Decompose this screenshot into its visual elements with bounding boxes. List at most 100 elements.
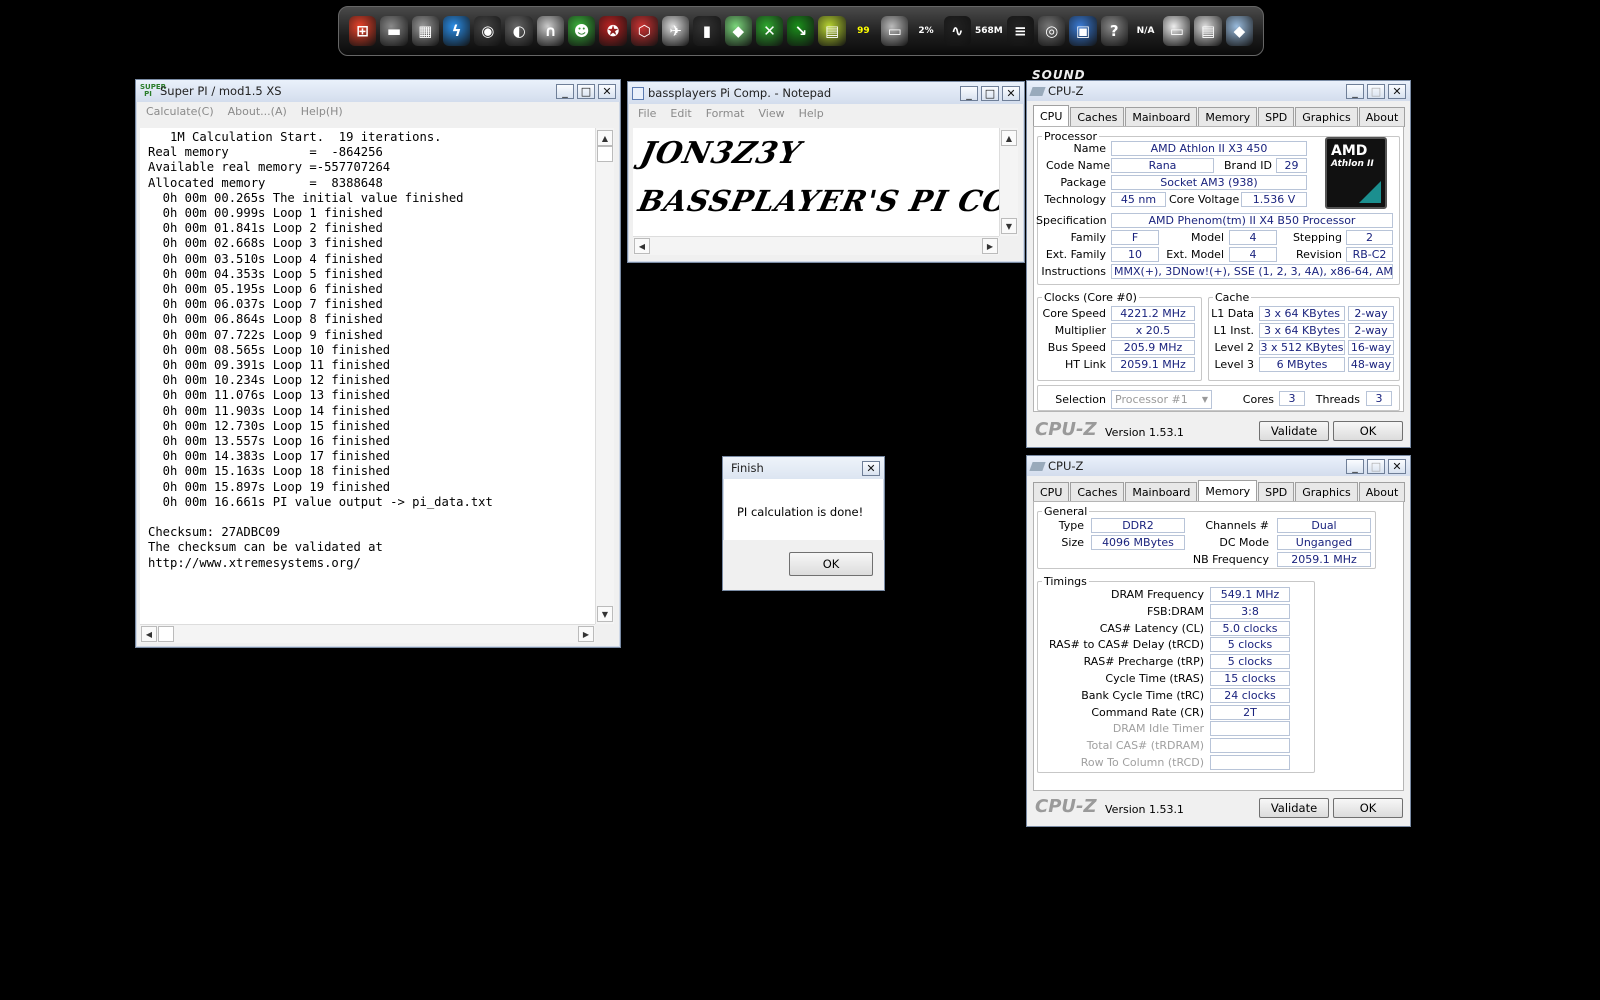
menu-item-2[interactable]: Help(H) (301, 105, 343, 118)
close-icon[interactable]: ✕ (598, 83, 616, 99)
tab-mainboard[interactable]: Mainboard (1125, 107, 1198, 127)
cpu-graph-icon[interactable]: ∿ (943, 16, 971, 46)
windows-icon[interactable]: ⊞ (349, 16, 377, 46)
ok-button[interactable]: OK (789, 552, 873, 576)
mem-graph-icon[interactable]: ≡ (1006, 16, 1034, 46)
scroll-down-icon[interactable]: ▼ (1001, 218, 1017, 234)
close-icon[interactable]: ✕ (1388, 458, 1406, 474)
tab-about[interactable]: About (1358, 107, 1406, 127)
output-line: 0h 00m 09.391s Loop 11 finished (148, 358, 391, 373)
rocket-icon[interactable]: ✈ (661, 16, 690, 46)
timing-label: DRAM Idle Timer (1112, 722, 1204, 736)
maximize-icon[interactable]: □ (1367, 458, 1385, 474)
close-icon[interactable]: ✕ (1002, 85, 1020, 101)
horizontal-scrollbar[interactable]: ◀ ▶ (633, 236, 999, 255)
tab-spd[interactable]: SPD (1258, 107, 1295, 127)
window-icon[interactable]: ▭ (1163, 16, 1191, 46)
general-legend: General (1044, 505, 1088, 518)
validate-button[interactable]: Validate (1259, 421, 1329, 441)
menu-item-2[interactable]: Format (706, 107, 745, 120)
scroll-left-icon[interactable]: ◀ (141, 626, 157, 642)
sd-card-icon[interactable]: ▮ (693, 16, 721, 46)
timing-value (1210, 721, 1290, 737)
game-badge-icon[interactable]: ✪ (599, 16, 627, 46)
doc-icon[interactable]: ▤ (1194, 16, 1222, 46)
cpuz-logo: CPU-Z (1035, 419, 1097, 440)
revision-label: Revision (1296, 248, 1342, 261)
close-icon[interactable]: ✕ (1388, 83, 1406, 99)
ok-button[interactable]: OK (1333, 798, 1403, 818)
notepad-text-area[interactable]: JON3Z3Y BASSPLAYER'S PI COMP!!! (633, 128, 999, 236)
diamond-icon[interactable]: ◆ (724, 16, 752, 46)
tab-memory[interactable]: Memory (1198, 480, 1258, 502)
output-line: 0h 00m 11.903s Loop 14 finished (148, 403, 391, 418)
menu-item-0[interactable]: Calculate(C) (146, 105, 214, 118)
scroll-up-icon[interactable]: ▲ (1001, 130, 1017, 146)
tab-spd[interactable]: SPD (1258, 482, 1295, 502)
tab-caches[interactable]: Caches (1070, 482, 1125, 502)
tab-cpu[interactable]: CPU (1033, 482, 1070, 502)
minimize-icon[interactable]: _ (1346, 458, 1364, 474)
dialog-title: Finish (731, 461, 764, 475)
photo-icon[interactable]: ▣ (1069, 16, 1097, 46)
scroll-left-icon[interactable]: ◀ (634, 238, 650, 254)
minimize-icon[interactable]: _ (960, 85, 978, 101)
output-line: Real memory = -864256 (148, 145, 383, 160)
scroll-down-icon[interactable]: ▼ (597, 606, 613, 622)
minimize-icon[interactable]: _ (1346, 83, 1364, 99)
tab-about[interactable]: About (1358, 482, 1406, 502)
menu-item-0[interactable]: File (638, 107, 656, 120)
help-icon[interactable]: ? (1100, 16, 1128, 46)
globe-icon[interactable]: ◎ (1037, 16, 1066, 46)
menu-item-1[interactable]: Edit (670, 107, 691, 120)
ram-icon[interactable]: ▤ (818, 16, 846, 46)
shield-icon[interactable]: ⬡ (630, 16, 658, 46)
cpuz-titlebar[interactable]: CPU-Z _ □ ✕ (1027, 456, 1410, 476)
drive-icon[interactable]: ▬ (380, 16, 408, 46)
lightning-icon[interactable]: ϟ (442, 16, 471, 46)
superpi-titlebar[interactable]: SUPER PI Super PI / mod1.5 XS _ □ ✕ (136, 80, 620, 102)
scroll-up-icon[interactable]: ▲ (597, 130, 613, 146)
tab-graphics[interactable]: Graphics (1295, 482, 1358, 502)
scroll-thumb[interactable] (597, 146, 613, 162)
processor-select[interactable]: Processor #1 ▼ (1111, 390, 1212, 409)
scroll-right-icon[interactable]: ▶ (578, 626, 594, 642)
htlink-value: 2059.1 MHz (1111, 357, 1195, 372)
horizontal-scrollbar[interactable]: ◀ ▶ (140, 624, 595, 643)
tab-graphics[interactable]: Graphics (1295, 107, 1358, 127)
output-line: 0h 00m 01.841s Loop 2 finished (148, 221, 383, 236)
cpuz-titlebar[interactable]: CPU-Z _ □ ✕ (1027, 81, 1410, 101)
minimize-icon[interactable]: _ (556, 83, 574, 99)
hscroll-thumb[interactable] (158, 626, 174, 642)
codename-label: Code Name (1046, 159, 1111, 172)
tab-caches[interactable]: Caches (1070, 107, 1125, 127)
steam-icon[interactable]: ◐ (505, 16, 533, 46)
xbox-icon[interactable]: ✕ (755, 16, 784, 46)
ok-button[interactable]: OK (1333, 421, 1403, 441)
notepad-titlebar[interactable]: bassplayers Pi Comp. - Notepad _ □ ✕ (628, 82, 1024, 104)
menu-item-1[interactable]: About...(A) (228, 105, 287, 118)
vertical-scrollbar[interactable]: ▲ ▼ (595, 128, 614, 624)
window-title: Super PI / mod1.5 XS (160, 84, 282, 98)
maximize-icon[interactable]: □ (981, 85, 999, 101)
finish-titlebar[interactable]: Finish ✕ (723, 457, 884, 479)
tab-memory[interactable]: Memory (1198, 107, 1258, 127)
validate-button[interactable]: Validate (1259, 798, 1329, 818)
menu-item-3[interactable]: View (759, 107, 785, 120)
speaker-icon[interactable]: ◉ (474, 16, 502, 46)
film-icon[interactable]: ▦ (411, 16, 439, 46)
close-icon[interactable]: ✕ (862, 460, 880, 476)
diamond2-icon[interactable]: ◆ (1225, 16, 1254, 46)
menu-item-4[interactable]: Help (799, 107, 824, 120)
tab-cpu[interactable]: CPU (1033, 105, 1070, 127)
brandid-label: Brand ID (1224, 159, 1272, 172)
arrow-icon[interactable]: ↘ (787, 16, 815, 46)
tab-mainboard[interactable]: Mainboard (1125, 482, 1198, 502)
scroll-right-icon[interactable]: ▶ (982, 238, 998, 254)
vertical-scrollbar[interactable]: ▲ ▼ (999, 128, 1018, 236)
headset-icon[interactable]: ∩ (536, 16, 565, 46)
alien-icon[interactable]: ☻ (568, 16, 596, 46)
monitor-icon[interactable]: ▭ (881, 16, 909, 46)
maximize-icon[interactable]: □ (577, 83, 595, 99)
maximize-icon[interactable]: □ (1367, 83, 1385, 99)
